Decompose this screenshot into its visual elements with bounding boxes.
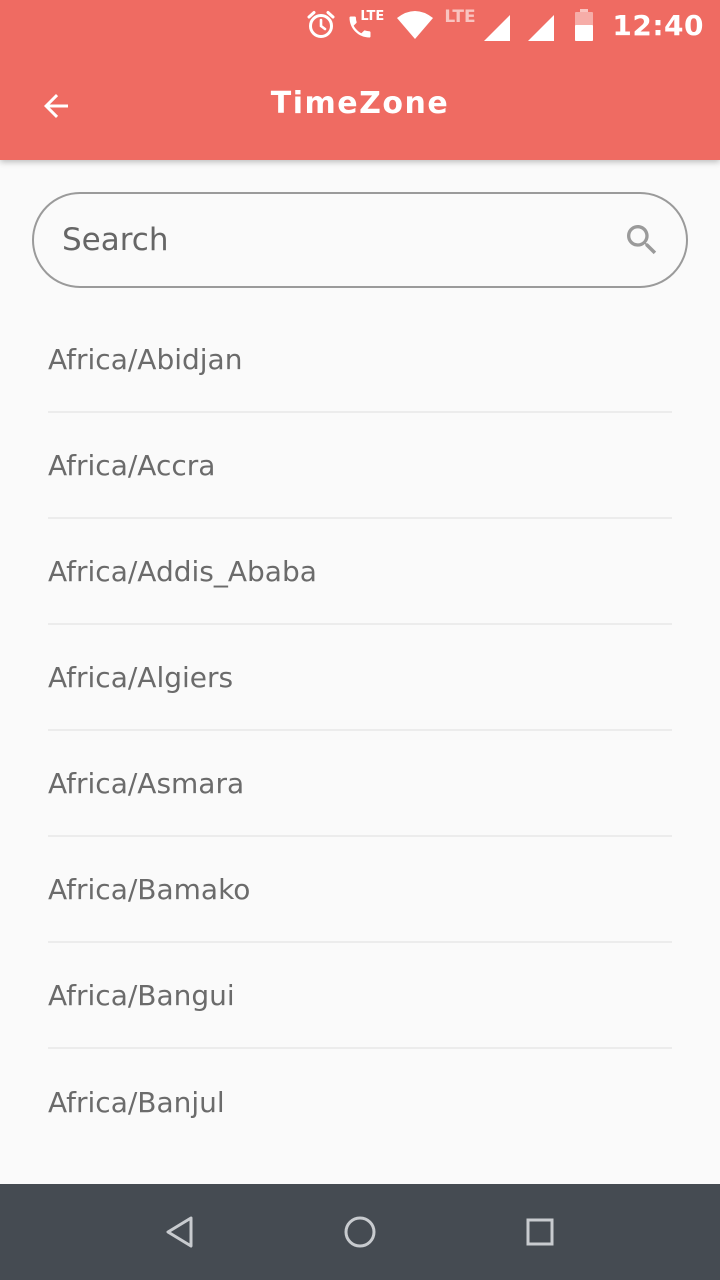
wifi-icon (397, 11, 434, 39)
timezone-label: Africa/Algiers (48, 660, 234, 694)
top-bar: LTE LTE 12:40 TimeZone (0, 0, 720, 160)
timezone-list: Africa/Abidjan Africa/Accra Africa/Addis… (48, 307, 672, 1155)
list-item[interactable]: Africa/Algiers (48, 625, 672, 731)
recents-square-icon (526, 1218, 554, 1246)
list-item[interactable]: Africa/Addis_Ababa (48, 519, 672, 625)
search-input[interactable] (62, 194, 622, 286)
list-item[interactable]: Africa/Bangui (48, 943, 672, 1049)
search-icon[interactable] (622, 220, 662, 260)
alarm-icon (307, 11, 335, 38)
timezone-label: Africa/Accra (48, 448, 216, 482)
timezone-label: Africa/Bangui (48, 978, 235, 1012)
system-nav-bar (0, 1184, 720, 1280)
page-title: TimeZone (270, 86, 450, 121)
timezone-label: Africa/Addis_Ababa (48, 554, 317, 588)
signal-icon-2 (528, 15, 555, 41)
battery-icon (575, 9, 594, 41)
nav-recents-button[interactable] (510, 1202, 570, 1262)
home-circle-icon (344, 1216, 376, 1248)
list-item[interactable]: Africa/Accra (48, 413, 672, 519)
clock: 12:40 (612, 8, 704, 42)
timezone-label: Africa/Bamako (48, 872, 251, 906)
nav-back-button[interactable] (150, 1202, 210, 1262)
list-item[interactable]: Africa/Banjul (48, 1049, 672, 1155)
list-item[interactable]: Africa/Abidjan (48, 307, 672, 413)
signal-group: LTE (444, 7, 518, 41)
list-item[interactable]: Africa/Asmara (48, 731, 672, 837)
status-bar: LTE LTE 12:40 (0, 0, 720, 50)
lte-call-label: LTE (360, 9, 385, 24)
nav-home-button[interactable] (330, 1202, 390, 1262)
search-field[interactable] (32, 192, 688, 288)
app-bar: TimeZone (0, 50, 720, 160)
list-item[interactable]: Africa/Bamako (48, 837, 672, 943)
timezone-label: Africa/Asmara (48, 766, 245, 800)
timezone-label: Africa/Abidjan (48, 342, 243, 376)
signal-icon-1 (484, 15, 511, 41)
timezone-label: Africa/Banjul (48, 1085, 225, 1119)
lte-data-label: LTE (444, 7, 476, 27)
back-triangle-icon (166, 1216, 193, 1248)
volte-call-icon: LTE (346, 9, 386, 41)
